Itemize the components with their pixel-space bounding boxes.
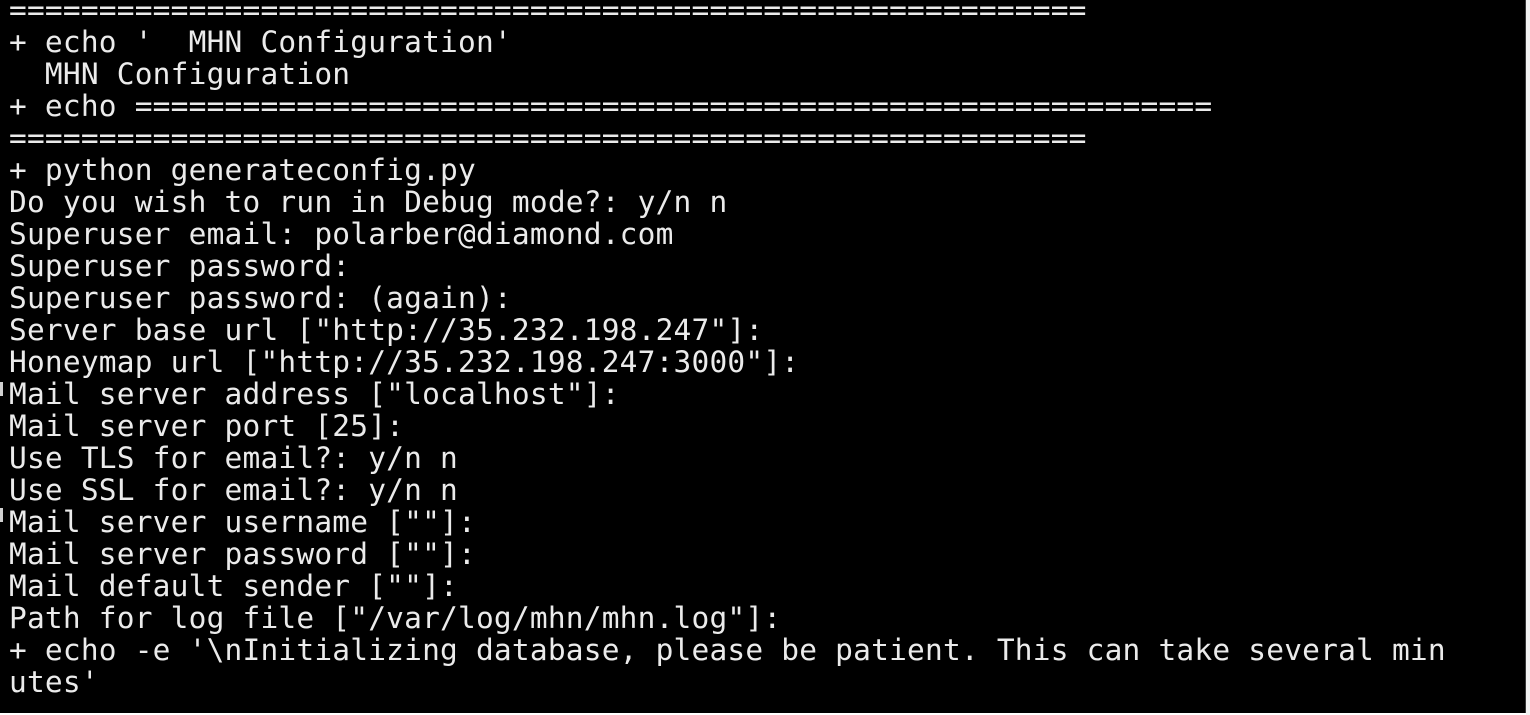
- terminal-line: Superuser email: polarber@diamond.com: [9, 217, 674, 251]
- terminal-line: Mail default sender [""]:: [9, 569, 459, 603]
- terminal-line: ========================================…: [9, 121, 1087, 155]
- terminal-line: Path for log file ["/var/log/mhn/mhn.log…: [9, 601, 782, 635]
- terminal-line: + python generateconfig.py: [9, 153, 476, 187]
- terminal-line: Mail server port [25]:: [9, 409, 405, 443]
- terminal-line: + echo -e '\nInitializing database, plea…: [9, 633, 1446, 667]
- window-edge-marker: [0, 382, 3, 396]
- terminal-line: + echo ' MHN Configuration': [9, 25, 512, 59]
- window-right-border: [1526, 0, 1530, 715]
- window-edge-marker: [0, 508, 3, 522]
- terminal-window[interactable]: ========================================…: [0, 0, 1526, 713]
- terminal-line: Mail server username [""]:: [9, 505, 476, 539]
- terminal-output: ========================================…: [9, 0, 1446, 698]
- terminal-line: MHN Configuration: [9, 57, 351, 91]
- terminal-line: Use SSL for email?: y/n n: [9, 473, 459, 507]
- terminal-line: Server base url ["http://35.232.198.247"…: [9, 313, 764, 347]
- terminal-line: Superuser password: (again):: [9, 281, 512, 315]
- terminal-line: Superuser password:: [9, 249, 351, 283]
- terminal-line: Mail server address ["localhost"]:: [9, 377, 620, 411]
- terminal-line: Use TLS for email?: y/n n: [9, 441, 459, 475]
- terminal-line: ========================================…: [9, 0, 1087, 27]
- terminal-line: Mail server password [""]:: [9, 537, 476, 571]
- terminal-line: utes': [9, 665, 99, 699]
- terminal-line: + echo =================================…: [9, 89, 1213, 123]
- terminal-line: Do you wish to run in Debug mode?: y/n n: [9, 185, 728, 219]
- terminal-line: Honeymap url ["http://35.232.198.247:300…: [9, 345, 800, 379]
